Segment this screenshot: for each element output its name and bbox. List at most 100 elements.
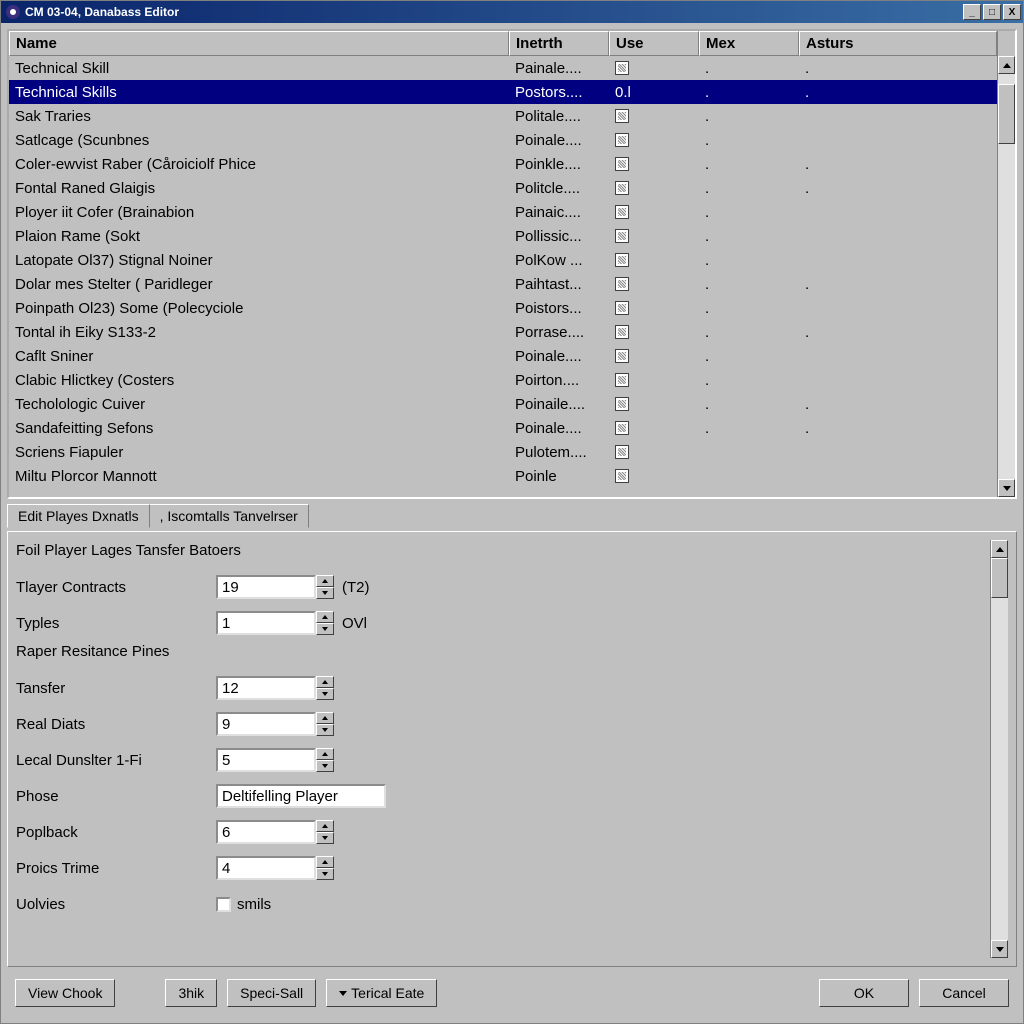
- scroll-up-button[interactable]: [998, 56, 1015, 74]
- col-mex[interactable]: Mex: [699, 31, 799, 56]
- cell-asturs: .: [799, 84, 997, 101]
- cell-mex: .: [699, 156, 799, 173]
- col-use[interactable]: Use: [609, 31, 699, 56]
- tansfer-input[interactable]: 12: [216, 676, 316, 700]
- uolvies-checkbox[interactable]: [216, 897, 231, 912]
- cell-name: Scriens Fiapuler: [9, 444, 509, 461]
- listview-header: Name Inetrth Use Mex Asturs: [9, 31, 1015, 56]
- use-box-icon: [615, 253, 629, 267]
- contracts-spinner[interactable]: [316, 575, 334, 599]
- table-row[interactable]: Technical SkillsPostors....0.l..: [9, 80, 997, 104]
- uolvies-suffix: smils: [237, 896, 271, 913]
- table-row[interactable]: Dolar mes Stelter ( ParidlegerPaihtast..…: [9, 272, 997, 296]
- cell-asturs: .: [799, 324, 997, 341]
- records-listview[interactable]: Name Inetrth Use Mex Asturs Technical Sk…: [7, 29, 1017, 499]
- cell-use: [609, 253, 699, 267]
- contracts-label: Tlayer Contracts: [16, 579, 216, 596]
- ok-button[interactable]: OK: [819, 979, 909, 1007]
- cell-name: Caflt Sniner: [9, 348, 509, 365]
- types-input[interactable]: 1: [216, 611, 316, 635]
- table-row[interactable]: Ployer iit Cofer (BrainabionPainaic.....: [9, 200, 997, 224]
- table-row[interactable]: Sak TrariesPolitale.....: [9, 104, 997, 128]
- panel-scroll-down[interactable]: [991, 940, 1008, 958]
- app-icon: [5, 4, 21, 20]
- table-row[interactable]: Technical SkillPainale......: [9, 56, 997, 80]
- cell-name: Sandafeitting Sefons: [9, 420, 509, 437]
- listview-scrollbar[interactable]: [997, 56, 1015, 497]
- cell-inetrth: PolKow ...: [509, 252, 609, 269]
- cell-asturs: .: [799, 156, 997, 173]
- contracts-input[interactable]: 19: [216, 575, 316, 599]
- cell-name: Ployer iit Cofer (Brainabion: [9, 204, 509, 221]
- cell-mex: .: [699, 228, 799, 245]
- uolvies-label: Uolvies: [16, 896, 216, 913]
- tabs: Edit Playes Dxnatls , Iscomtalls Tanvelr…: [7, 503, 1017, 527]
- table-row[interactable]: Techolologic CuiverPoinaile......: [9, 392, 997, 416]
- use-box-icon: [615, 157, 629, 171]
- hik-button[interactable]: 3hik: [165, 979, 217, 1007]
- cell-name: Plaion Rame (Sokt: [9, 228, 509, 245]
- poplback-input[interactable]: 6: [216, 820, 316, 844]
- speci-sall-button[interactable]: Speci-Sall: [227, 979, 316, 1007]
- col-asturs[interactable]: Asturs: [799, 31, 997, 56]
- cell-name: Tontal ih Eiky S133-2: [9, 324, 509, 341]
- terical-eate-button[interactable]: Terical Eate: [326, 979, 437, 1007]
- col-name[interactable]: Name: [9, 31, 509, 56]
- close-button[interactable]: X: [1003, 4, 1021, 20]
- cell-name: Clabic Hlictkey (Costers: [9, 372, 509, 389]
- cell-inetrth: Postors....: [509, 84, 609, 101]
- lecal-spinner[interactable]: [316, 748, 334, 772]
- col-inetrth[interactable]: Inetrth: [509, 31, 609, 56]
- real-spinner[interactable]: [316, 712, 334, 736]
- table-row[interactable]: Caflt SninerPoinale.....: [9, 344, 997, 368]
- tab-edit-playes[interactable]: Edit Playes Dxnatls: [7, 504, 150, 528]
- table-row[interactable]: Clabic Hlictkey (CostersPoirton.....: [9, 368, 997, 392]
- contracts-suffix: (T2): [342, 579, 370, 596]
- cell-use: [609, 325, 699, 339]
- minimize-button[interactable]: _: [963, 4, 981, 20]
- table-row[interactable]: Sandafeitting SefonsPoinale......: [9, 416, 997, 440]
- cell-name: Miltu Plorcor Mannott: [9, 468, 509, 485]
- scroll-down-button[interactable]: [998, 479, 1015, 497]
- panel-scrollbar[interactable]: [990, 540, 1008, 958]
- cell-use: [609, 373, 699, 387]
- table-row[interactable]: Scriens FiapulerPulotem....: [9, 440, 997, 464]
- scroll-thumb[interactable]: [998, 84, 1015, 144]
- real-label: Real Diats: [16, 716, 216, 733]
- use-box-icon: [615, 349, 629, 363]
- poplback-spinner[interactable]: [316, 820, 334, 844]
- cell-mex: .: [699, 276, 799, 293]
- table-row[interactable]: Poinpath Ol23) Some (PolecyciolePoistors…: [9, 296, 997, 320]
- lecal-input[interactable]: 5: [216, 748, 316, 772]
- use-box-icon: [615, 445, 629, 459]
- types-spinner[interactable]: [316, 611, 334, 635]
- cell-inetrth: Painale....: [509, 60, 609, 77]
- cell-use: [609, 61, 699, 75]
- phose-input[interactable]: Deltifelling Player: [216, 784, 386, 808]
- tab-iscomtalls[interactable]: , Iscomtalls Tanvelrser: [149, 504, 309, 528]
- use-box-icon: [615, 133, 629, 147]
- use-box-icon: [615, 109, 629, 123]
- cell-use: [609, 277, 699, 291]
- table-row[interactable]: Tontal ih Eiky S133-2Porrase......: [9, 320, 997, 344]
- proics-input[interactable]: 4: [216, 856, 316, 880]
- cell-mex: .: [699, 300, 799, 317]
- proics-spinner[interactable]: [316, 856, 334, 880]
- cell-inetrth: Poinale....: [509, 132, 609, 149]
- table-row[interactable]: Fontal Raned GlaigisPolitcle......: [9, 176, 997, 200]
- table-row[interactable]: Latopate Ol37) Stignal NoinerPolKow ....: [9, 248, 997, 272]
- cell-inetrth: Poinaile....: [509, 396, 609, 413]
- real-input[interactable]: 9: [216, 712, 316, 736]
- table-row[interactable]: Coler-ewvist Raber (Cåroiciolf PhicePoin…: [9, 152, 997, 176]
- maximize-button[interactable]: □: [983, 4, 1001, 20]
- panel-scroll-thumb[interactable]: [991, 558, 1008, 598]
- cell-inetrth: Politale....: [509, 108, 609, 125]
- view-chook-button[interactable]: View Chook: [15, 979, 115, 1007]
- table-row[interactable]: Plaion Rame (SoktPollissic....: [9, 224, 997, 248]
- cell-inetrth: Politcle....: [509, 180, 609, 197]
- panel-scroll-up[interactable]: [991, 540, 1008, 558]
- table-row[interactable]: Miltu Plorcor MannottPoinle: [9, 464, 997, 488]
- table-row[interactable]: Satlcage (ScunbnesPoinale.....: [9, 128, 997, 152]
- cancel-button[interactable]: Cancel: [919, 979, 1009, 1007]
- tansfer-spinner[interactable]: [316, 676, 334, 700]
